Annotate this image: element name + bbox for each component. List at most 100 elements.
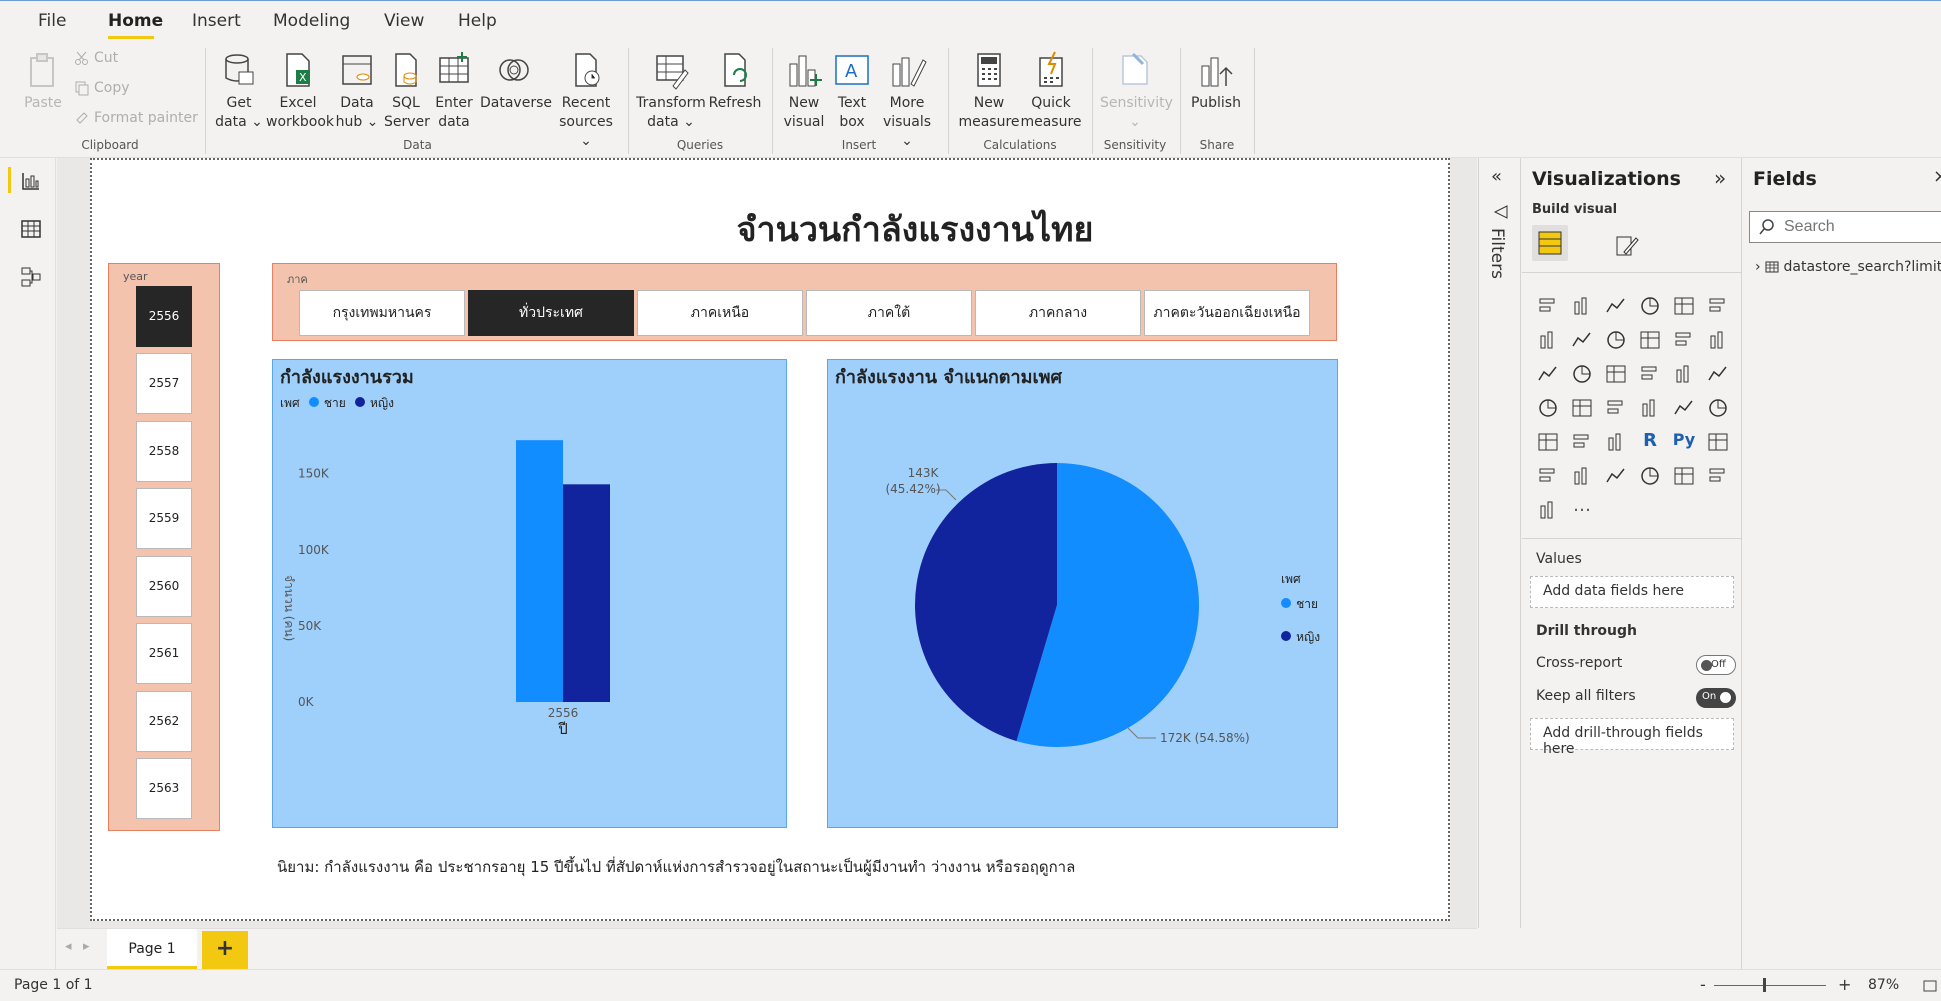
collapse-visualizations-icon[interactable]: » [1714,166,1726,190]
new-measure-button[interactable]: New measure [958,50,1020,132]
publish-button[interactable]: Publish [1188,50,1244,113]
r-visual-icon[interactable]: R [1638,430,1662,454]
area-chart-icon[interactable] [1570,328,1594,352]
region-item[interactable]: ภาคตะวันออกเฉียงเหนือ [1144,290,1310,336]
excel-workbook-button[interactable]: X Excel workbook [266,50,334,132]
menu-insert[interactable]: Insert [192,11,241,31]
donut-icon[interactable] [1672,362,1696,386]
pie-icon[interactable] [1638,362,1662,386]
drill-through-dropzone[interactable]: Add drill-through fields here [1530,718,1734,757]
cross-report-toggle[interactable]: Off [1696,655,1736,675]
zoom-slider-thumb[interactable] [1763,978,1766,992]
slicer-icon[interactable] [1536,430,1560,454]
menu-view[interactable]: View [384,11,424,31]
transform-data-button[interactable]: Transform data ⌄ [636,50,706,132]
more-visuals-icon[interactable]: … [1570,497,1594,522]
format-visual-tab[interactable] [1614,232,1640,258]
power-automate-icon[interactable] [1536,498,1560,522]
fit-to-page-icon[interactable] [1922,978,1938,994]
ribbon-chart-icon[interactable] [1706,328,1730,352]
scatter-icon[interactable] [1604,362,1628,386]
collapse-fields-icon[interactable]: × [1933,166,1941,187]
year-item[interactable]: 2560 [136,556,192,617]
narrative-icon[interactable] [1604,464,1628,488]
100-bar-icon[interactable] [1672,294,1696,318]
filled-map-icon[interactable] [1570,396,1594,420]
recent-sources-button[interactable]: Recent sources ⌄ [556,50,616,151]
sql-server-button[interactable]: SQL Server [384,50,430,132]
keep-all-filters-toggle[interactable]: On [1696,688,1736,708]
paginated-report-icon[interactable] [1638,464,1662,488]
enter-data-button[interactable]: Enter data [432,50,476,132]
funnel-icon[interactable] [1570,362,1594,386]
get-data-button[interactable]: Get data ⌄ [214,50,264,132]
year-item[interactable]: 2561 [136,623,192,684]
add-page-button[interactable]: + [202,931,248,969]
power-apps-icon[interactable] [1706,464,1730,488]
region-item[interactable]: ภาคกลาง [975,290,1141,336]
text-box-button[interactable]: A Text box [830,50,874,132]
line-clustered-icon[interactable] [1672,328,1696,352]
next-page-icon[interactable]: ▸ [83,939,90,954]
year-item[interactable]: 2562 [136,691,192,752]
data-hub-button[interactable]: Data hub ⌄ [334,50,380,132]
region-item[interactable]: ภาคเหนือ [637,290,803,336]
menu-home[interactable]: Home [108,11,163,31]
matrix-icon[interactable] [1604,430,1628,454]
stacked-column-icon[interactable] [1570,294,1594,318]
labor-force-bar-chart[interactable]: กำลังแรงงานรวม เพศ ชาย หญิง 0K 50K 100K 150… [272,359,787,828]
kpi-icon[interactable] [1706,396,1730,420]
stacked-bar-icon[interactable] [1536,294,1560,318]
waterfall-icon[interactable] [1536,362,1560,386]
year-item[interactable]: 2563 [136,758,192,819]
100-column-icon[interactable] [1706,294,1730,318]
python-visual-icon[interactable]: Py [1672,430,1696,454]
region-item[interactable]: ทั่วประเทศ [468,290,634,336]
previous-page-icon[interactable]: ◂ [65,939,72,954]
new-visual-button[interactable]: New visual [782,50,826,132]
fields-search-input[interactable] [1749,211,1941,243]
field-table-item[interactable]: › datastore_search?limit... [1755,259,1941,275]
table-view-icon[interactable] [20,218,42,240]
menu-modeling[interactable]: Modeling [273,11,350,31]
map-icon[interactable] [1536,396,1560,420]
paste-button[interactable]: Paste [20,50,66,113]
clustered-column-icon[interactable] [1638,294,1662,318]
card-icon[interactable] [1638,396,1662,420]
model-view-icon[interactable] [20,266,42,288]
zoom-out-button[interactable]: - [1700,975,1706,994]
refresh-button[interactable]: Refresh [708,50,762,113]
multirow-card-icon[interactable] [1672,396,1696,420]
treemap-icon[interactable] [1706,362,1730,386]
menu-file[interactable]: File [38,11,66,31]
line-column-icon[interactable] [1638,328,1662,352]
format-painter-button[interactable]: Format painter [74,110,198,126]
arcgis-icon[interactable] [1672,464,1696,488]
qa-icon[interactable] [1570,464,1594,488]
values-dropzone[interactable]: Add data fields here [1530,576,1734,608]
year-item[interactable]: 2558 [136,421,192,482]
cut-button[interactable]: Cut [74,50,118,66]
more-visuals-button[interactable]: More visuals ⌄ [876,50,938,151]
filters-pane[interactable]: « Filters [1478,158,1521,928]
key-influencers-icon[interactable] [1706,430,1730,454]
year-item[interactable]: 2559 [136,488,192,549]
quick-measure-button[interactable]: Quick measure [1020,50,1082,132]
decomposition-tree-icon[interactable] [1536,464,1560,488]
menu-help[interactable]: Help [458,11,497,31]
region-item[interactable]: กรุงเทพมหานคร [299,290,465,336]
labor-force-by-gender-pie-chart[interactable]: กำลังแรงงาน จำแนกตามเพศ 172K (54.58%) 143… [827,359,1338,828]
report-view-icon[interactable] [20,170,42,192]
zoom-in-button[interactable]: + [1838,975,1851,994]
clustered-bar-icon[interactable] [1604,294,1628,318]
stacked-area-icon[interactable] [1604,328,1628,352]
dataverse-button[interactable]: Dataverse [480,50,552,113]
year-item[interactable]: 2557 [136,353,192,414]
region-item[interactable]: ภาคใต้ [806,290,972,336]
year-item[interactable]: 2556 [136,286,192,347]
copy-button[interactable]: Copy [74,80,130,96]
expand-filters-icon[interactable]: « [1491,166,1502,187]
sensitivity-button[interactable]: Sensitivity ⌄ [1100,50,1173,132]
page-tab[interactable]: Page 1 [107,929,197,969]
build-visual-tab[interactable] [1532,225,1568,261]
